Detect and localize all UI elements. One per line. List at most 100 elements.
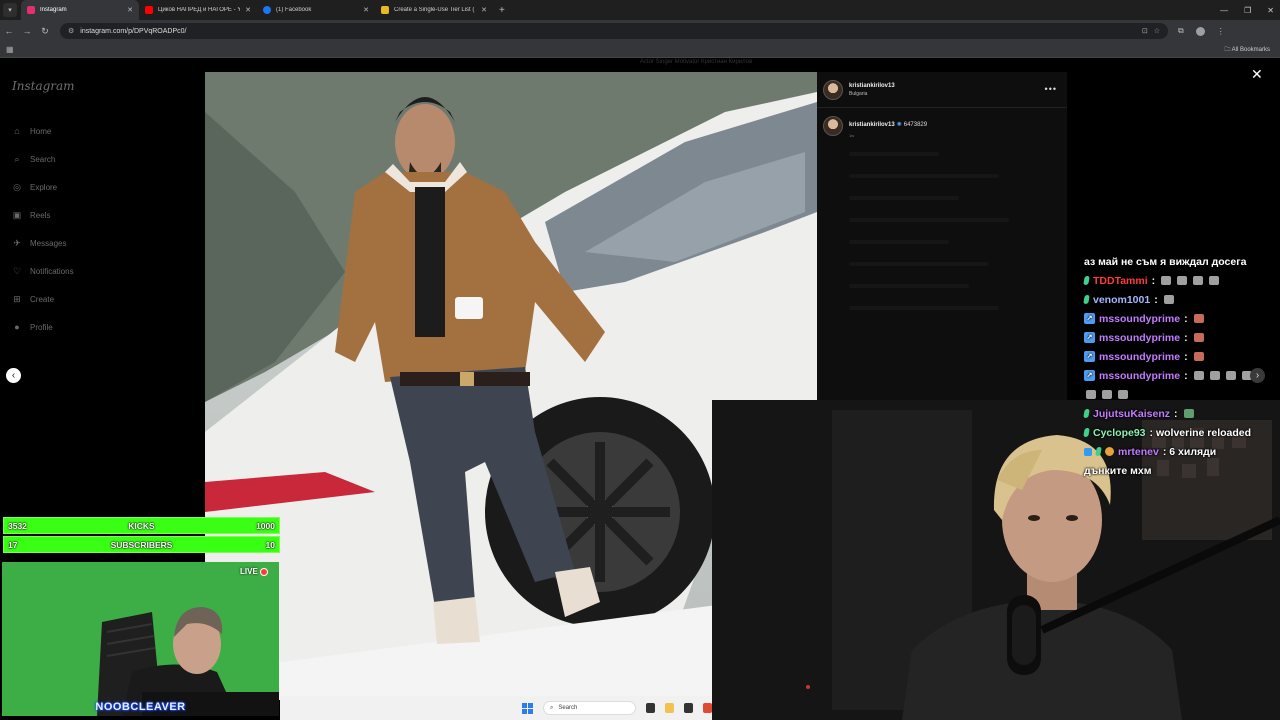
avatar[interactable] [823,79,843,100]
close-tab-icon[interactable]: ✕ [245,6,251,14]
tab-tierlist[interactable]: Create a Single-Use Tier List ( ✕ [375,0,493,20]
webcam-streamer-illustration [2,562,279,716]
all-bookmarks-link[interactable]: 🗀 All Bookmarks [1224,45,1270,55]
install-app-icon[interactable]: ⊡ [1142,27,1148,35]
chat-text: : [1184,369,1188,382]
tab-search-icon[interactable]: ▾ [3,3,17,17]
post-location[interactable]: Bulgaria [849,91,895,97]
chat-text: : wolverine reloaded [1149,426,1252,439]
tab-facebook[interactable]: (1) Facebook ✕ [257,0,375,20]
new-tab-icon[interactable]: + [499,5,505,16]
heart-icon: ♡ [12,265,22,276]
chat-username: Cyclope93 [1093,426,1146,439]
file-explorer-icon[interactable] [665,703,675,713]
app-icon[interactable] [684,703,694,713]
prime-badge-icon: ↗ [1084,370,1095,381]
emote-icon [1193,371,1204,380]
post-time: 1w [849,133,855,138]
sub-badge-icon [1083,409,1090,418]
sidebar-item-profile[interactable]: ● Profile [12,313,74,341]
browser-toolbar: ← → ↻ ⚙ instagram.com/p/DPVqROADPc0/ ⊡ ☆… [0,20,1280,42]
emote-icon [1177,276,1188,285]
chat-username: JujutsuKaisenz [1093,407,1171,420]
kicks-goal-bar: 3532 1000 KICKS [3,517,280,534]
profile-avatar-icon[interactable] [1195,26,1205,36]
avatar[interactable] [823,116,843,136]
chat-text: аз май не съм я виждал досега [1084,255,1247,268]
close-tab-icon[interactable]: ✕ [363,6,369,14]
sidebar-item-label: Search [30,154,56,164]
emote-icon [1193,314,1204,323]
chat-username: venom1001 [1093,293,1151,306]
webcam-streamer [2,562,279,716]
sidebar-item-notifications[interactable]: ♡ Notifications [12,257,74,285]
maximize-icon[interactable]: ❐ [1244,6,1251,15]
sub-badge-icon [1083,428,1090,437]
sidebar-item-reels[interactable]: ▣ Reels [12,201,74,229]
emote-icon [1193,352,1204,361]
stream-chat-overlay: аз май не съм я виждал досега TDDTammi: … [1083,252,1280,480]
close-modal-icon[interactable]: ✕ [1251,66,1263,83]
sidebar-item-messages[interactable]: ✈ Messages [12,229,74,257]
extensions-icon[interactable]: ⧉ [1178,26,1184,36]
sidebar-item-home[interactable]: ⌂ Home [12,117,74,145]
post-username[interactable]: kristiankirilov13 [849,83,895,89]
site-info-icon[interactable]: ⚙ [68,27,74,35]
taskbar-search[interactable]: ⌕ Search [543,701,637,715]
home-icon: ⌂ [14,126,20,136]
taskbar-search-placeholder: Search [558,705,578,711]
chat-username: mssoundyprime [1099,350,1181,363]
browser-icon[interactable] [703,703,712,713]
live-label: LIVE [240,567,258,576]
instagram-logo[interactable]: Instagram [12,79,75,93]
emote-icon [1161,276,1172,285]
apps-grid-icon[interactable]: ▦ [6,45,14,54]
subscribers-goal-bar: 17 10 SUBSCRIBERS [3,536,280,553]
close-tab-icon[interactable]: ✕ [481,6,487,14]
more-options-icon[interactable]: ••• [1045,84,1057,94]
tab-title: Циков НАПРЕД и НАГОРЕ - Yo [158,7,241,13]
next-post-icon[interactable]: › [1250,368,1265,383]
tab-title: Instagram [40,7,67,13]
close-tab-icon[interactable]: ✕ [127,6,133,14]
sidebar-item-label: Reels [30,210,51,220]
sidebar-item-create[interactable]: ⊞ Create [12,285,74,313]
minimize-icon[interactable]: — [1220,6,1228,15]
sidebar-item-search[interactable]: ⌕ Search [12,145,74,173]
live-indicator: LIVE [240,567,268,576]
sidebar-item-label: Notifications [30,266,74,276]
caption-text: kristiankirilov13 ✺ 6473829 [849,116,927,128]
tab-youtube[interactable]: Циков НАПРЕД и НАГОРЕ - Yo ✕ [139,0,257,20]
tab-instagram[interactable]: Instagram ✕ [21,0,139,20]
menu-kebab-icon[interactable]: ⋮ [1217,27,1225,36]
chat-text: : [1184,312,1188,325]
window-controls: — ❐ ✕ [1220,0,1274,20]
kicks-label-row: KICKS [4,518,279,533]
address-bar[interactable]: ⚙ instagram.com/p/DPVqROADPc0/ ⊡ ☆ [60,23,1168,39]
compass-icon: ◎ [13,181,21,192]
messages-icon: ✈ [13,237,21,248]
reload-icon[interactable]: ↻ [36,26,54,37]
previous-post-icon[interactable]: ‹ [6,368,21,383]
back-icon[interactable]: ← [0,26,18,36]
emote-icon [1102,390,1112,399]
youtube-favicon-icon [145,6,153,14]
chat-username: mssoundyprime [1099,331,1181,344]
chat-message: TDDTammi: [1083,271,1280,290]
sidebar-item-explore[interactable]: ◎ Explore [12,173,74,201]
chat-text: : [1174,407,1178,420]
bookmark-star-icon[interactable]: ☆ [1154,27,1160,35]
windows-start-icon[interactable] [522,702,533,714]
caption-username[interactable]: kristiankirilov13 [849,122,895,128]
post-author: kristiankirilov13 Bulgaria [849,83,895,97]
forward-icon[interactable]: → [18,26,36,36]
emote-icon [1209,371,1220,380]
chat-message: venom1001: [1083,290,1280,309]
sidebar-item-label: Create [30,294,55,304]
chat-message: ↗ mssoundyprime: [1084,328,1280,347]
instagram-sidebar: ⌂ Home ⌕ Search ◎ Explore ▣ Reels ✈ Messages … [12,117,74,341]
close-window-icon[interactable]: ✕ [1267,6,1274,15]
task-view-icon[interactable] [646,703,656,713]
post-side-panel: kristiankirilov13 Bulgaria ••• kristiank… [817,72,1067,400]
live-dot-icon [259,567,268,576]
